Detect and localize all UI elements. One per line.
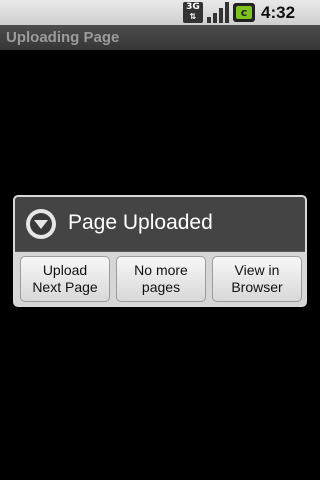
page-title: Uploading Page	[6, 29, 120, 46]
battery-icon: c	[233, 3, 255, 22]
upload-next-page-button[interactable]: Upload Next Page	[20, 256, 110, 302]
3g-data-icon: 3G ⇅	[183, 2, 203, 23]
battery-glyph: c	[236, 6, 252, 19]
upload-dialog: Page Uploaded Upload Next Page No more p…	[13, 195, 307, 307]
dialog-header: Page Uploaded	[15, 197, 305, 252]
title-bar: Uploading Page	[0, 25, 320, 50]
dropdown-arrow-icon	[26, 209, 56, 239]
signal-strength-icon	[207, 2, 229, 23]
no-more-pages-button[interactable]: No more pages	[116, 256, 206, 302]
status-bar: 3G ⇅ c 4:32 pm	[0, 0, 320, 42]
network-type-label: 3G	[186, 2, 200, 12]
dialog-button-row: Upload Next Page No more pages View in B…	[15, 252, 305, 305]
data-arrows-icon: ⇅	[189, 12, 197, 21]
view-in-browser-button[interactable]: View in Browser	[212, 256, 302, 302]
dialog-title: Page Uploaded	[68, 211, 213, 234]
